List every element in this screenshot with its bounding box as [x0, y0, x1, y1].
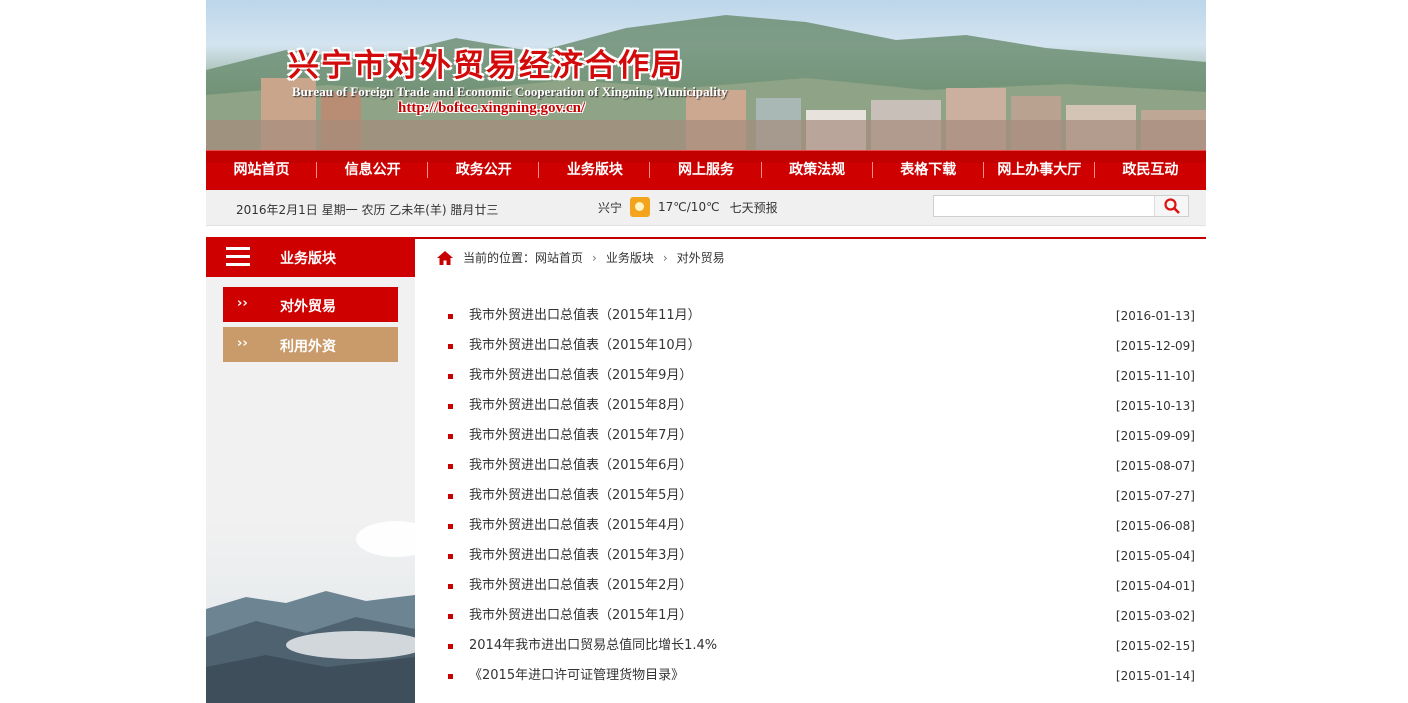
list-item: 2014年我市进出口贸易总值同比增长1.4% [2015-02-15]: [445, 635, 1195, 665]
breadcrumb-item-current: 对外贸易: [676, 251, 725, 265]
chevron-right-icon: ›: [662, 250, 668, 265]
mountain-scenery-image: [206, 517, 415, 703]
article-list: 我市外贸进出口总值表（2015年11月） [2016-01-13] 我市外贸进出口…: [445, 305, 1195, 695]
list-item: 我市外贸进出口总值表（2015年4月） [2015-06-08]: [445, 515, 1195, 545]
article-link[interactable]: 我市外贸进出口总值表（2015年9月）: [469, 365, 692, 387]
bullet-icon: [448, 374, 453, 379]
sidebar-item-label: 对外贸易: [280, 299, 336, 315]
article-link[interactable]: 我市外贸进出口总值表（2015年4月）: [469, 515, 692, 537]
bullet-icon: [448, 584, 453, 589]
bullet-icon: [448, 314, 453, 319]
double-chevron-icon: ››: [237, 296, 248, 311]
list-item: 我市外贸进出口总值表（2015年8月） [2015-10-13]: [445, 395, 1195, 425]
breadcrumb-item-home[interactable]: 网站首页: [535, 249, 583, 266]
article-link[interactable]: 我市外贸进出口总值表（2015年6月）: [469, 455, 692, 477]
article-date: [2015-06-08]: [1115, 519, 1195, 533]
site-url: http://boftec.xingning.gov.cn/: [398, 100, 586, 116]
article-link[interactable]: 我市外贸进出口总值表（2015年5月）: [469, 485, 692, 507]
bullet-icon: [448, 674, 453, 679]
weather-city: 兴宁: [598, 200, 623, 215]
breadcrumb: 当前的位置： 网站首页 › 业务版块 › 对外贸易: [437, 249, 725, 266]
search-box: [933, 195, 1189, 217]
list-item: 《2015年进口许可证管理货物目录》 [2015-01-14]: [445, 665, 1195, 695]
sidebar-item-label: 利用外资: [280, 339, 336, 355]
article-date: [2015-12-09]: [1115, 339, 1195, 353]
bullet-icon: [448, 404, 453, 409]
list-item: 我市外贸进出口总值表（2015年5月） [2015-07-27]: [445, 485, 1195, 515]
article-date: [2015-11-10]: [1115, 369, 1195, 383]
list-item: 我市外贸进出口总值表（2015年10月） [2015-12-09]: [445, 335, 1195, 365]
search-button[interactable]: [1154, 196, 1188, 216]
bullet-icon: [448, 614, 453, 619]
article-link[interactable]: 我市外贸进出口总值表（2015年10月）: [469, 335, 701, 357]
chevron-right-icon: ›: [592, 250, 597, 265]
search-input[interactable]: [934, 196, 1154, 216]
header-banner: 兴宁市对外贸易经济合作局 Bureau of Foreign Trade and…: [206, 0, 1206, 150]
list-item: 我市外贸进出口总值表（2015年3月） [2015-05-04]: [445, 545, 1195, 575]
article-link[interactable]: 我市外贸进出口总值表（2015年11月）: [469, 305, 701, 327]
nav-item-government-affairs[interactable]: 政务公开: [428, 151, 540, 189]
article-link[interactable]: 我市外贸进出口总值表（2015年2月）: [469, 575, 692, 597]
bullet-icon: [448, 434, 453, 439]
nav-item-interaction[interactable]: 政民互动: [1095, 151, 1206, 189]
article-link[interactable]: 我市外贸进出口总值表（2015年8月）: [469, 395, 692, 417]
main-nav: 网站首页 信息公开 政务公开 业务版块 网上服务 政策法规 表格下载 网上办事大…: [206, 150, 1206, 190]
site-title: 兴宁市对外贸易经济合作局: [288, 48, 684, 84]
double-chevron-icon: ››: [237, 336, 248, 351]
sunny-icon: [630, 197, 651, 217]
bullet-icon: [448, 644, 453, 649]
weather-widget: 兴宁 17℃/10℃ 七天预报: [598, 197, 778, 217]
weather-temperature: 17℃/10℃: [658, 200, 720, 214]
list-item: 我市外贸进出口总值表（2015年7月） [2015-09-09]: [445, 425, 1195, 455]
sidebar-title: 业务版块: [280, 251, 336, 267]
breadcrumb-item-business[interactable]: 业务版块: [606, 249, 654, 266]
seven-day-forecast-link[interactable]: 七天预报: [730, 199, 778, 216]
nav-item-forms[interactable]: 表格下载: [873, 151, 984, 189]
main-content: 当前的位置： 网站首页 › 业务版块 › 对外贸易 我市外贸进出口总值表（201…: [415, 237, 1206, 703]
article-link[interactable]: 我市外贸进出口总值表（2015年7月）: [469, 425, 692, 447]
article-link[interactable]: 2014年我市进出口贸易总值同比增长1.4%: [469, 635, 717, 657]
nav-item-home[interactable]: 网站首页: [206, 151, 318, 189]
article-date: [2015-02-15]: [1115, 639, 1195, 653]
bullet-icon: [448, 344, 453, 349]
bullet-icon: [448, 524, 453, 529]
list-item: 我市外贸进出口总值表（2015年9月） [2015-11-10]: [445, 365, 1195, 395]
list-item: 我市外贸进出口总值表（2015年2月） [2015-04-01]: [445, 575, 1195, 605]
article-date: [2015-05-04]: [1115, 549, 1195, 563]
article-date: [2015-07-27]: [1115, 489, 1195, 503]
article-date: [2016-01-13]: [1115, 309, 1195, 323]
nav-item-info-disclosure[interactable]: 信息公开: [317, 151, 429, 189]
article-link[interactable]: 《2015年进口许可证管理货物目录》: [469, 665, 684, 687]
page: 兴宁市对外贸易经济合作局 Bureau of Foreign Trade and…: [206, 0, 1206, 703]
nav-item-online-service[interactable]: 网上服务: [650, 151, 762, 189]
site-title-english: Bureau of Foreign Trade and Economic Coo…: [292, 84, 728, 99]
nav-item-online-hall[interactable]: 网上办事大厅: [984, 151, 1095, 189]
nav-item-business[interactable]: 业务版块: [539, 151, 651, 189]
article-date: [2015-04-01]: [1115, 579, 1195, 593]
sidebar-header: 业务版块: [206, 237, 415, 277]
sidebar-item-foreign-investment[interactable]: ›› 利用外资: [223, 327, 398, 362]
article-link[interactable]: 我市外贸进出口总值表（2015年3月）: [469, 545, 692, 567]
search-icon: [1164, 198, 1180, 214]
list-item: 我市外贸进出口总值表（2015年11月） [2016-01-13]: [445, 305, 1195, 335]
article-date: [2015-10-13]: [1115, 399, 1195, 413]
bullet-icon: [448, 494, 453, 499]
article-link[interactable]: 我市外贸进出口总值表（2015年1月）: [469, 605, 692, 627]
nav-item-policies[interactable]: 政策法规: [762, 151, 873, 189]
article-date: [2015-08-07]: [1115, 459, 1195, 473]
article-date: [2015-03-02]: [1115, 609, 1195, 623]
bullet-icon: [448, 554, 453, 559]
article-date: [2015-01-14]: [1115, 669, 1195, 683]
info-bar: 2016年2月1日 星期一 农历 乙未年(羊) 腊月廿三 兴宁 17℃/10℃ …: [206, 190, 1206, 226]
sidebar: 业务版块 ›› 对外贸易 ›› 利用外资: [206, 237, 415, 703]
list-item: 我市外贸进出口总值表（2015年1月） [2015-03-02]: [445, 605, 1195, 635]
list-icon: [226, 247, 250, 267]
article-date: [2015-09-09]: [1115, 429, 1195, 443]
breadcrumb-prefix: 当前的位置：: [463, 251, 536, 265]
sidebar-item-foreign-trade[interactable]: ›› 对外贸易: [223, 287, 398, 322]
home-icon: [437, 250, 453, 265]
current-date: 2016年2月1日 星期一 农历 乙未年(羊) 腊月廿三: [236, 203, 499, 217]
bullet-icon: [448, 464, 453, 469]
list-item: 我市外贸进出口总值表（2015年6月） [2015-08-07]: [445, 455, 1195, 485]
